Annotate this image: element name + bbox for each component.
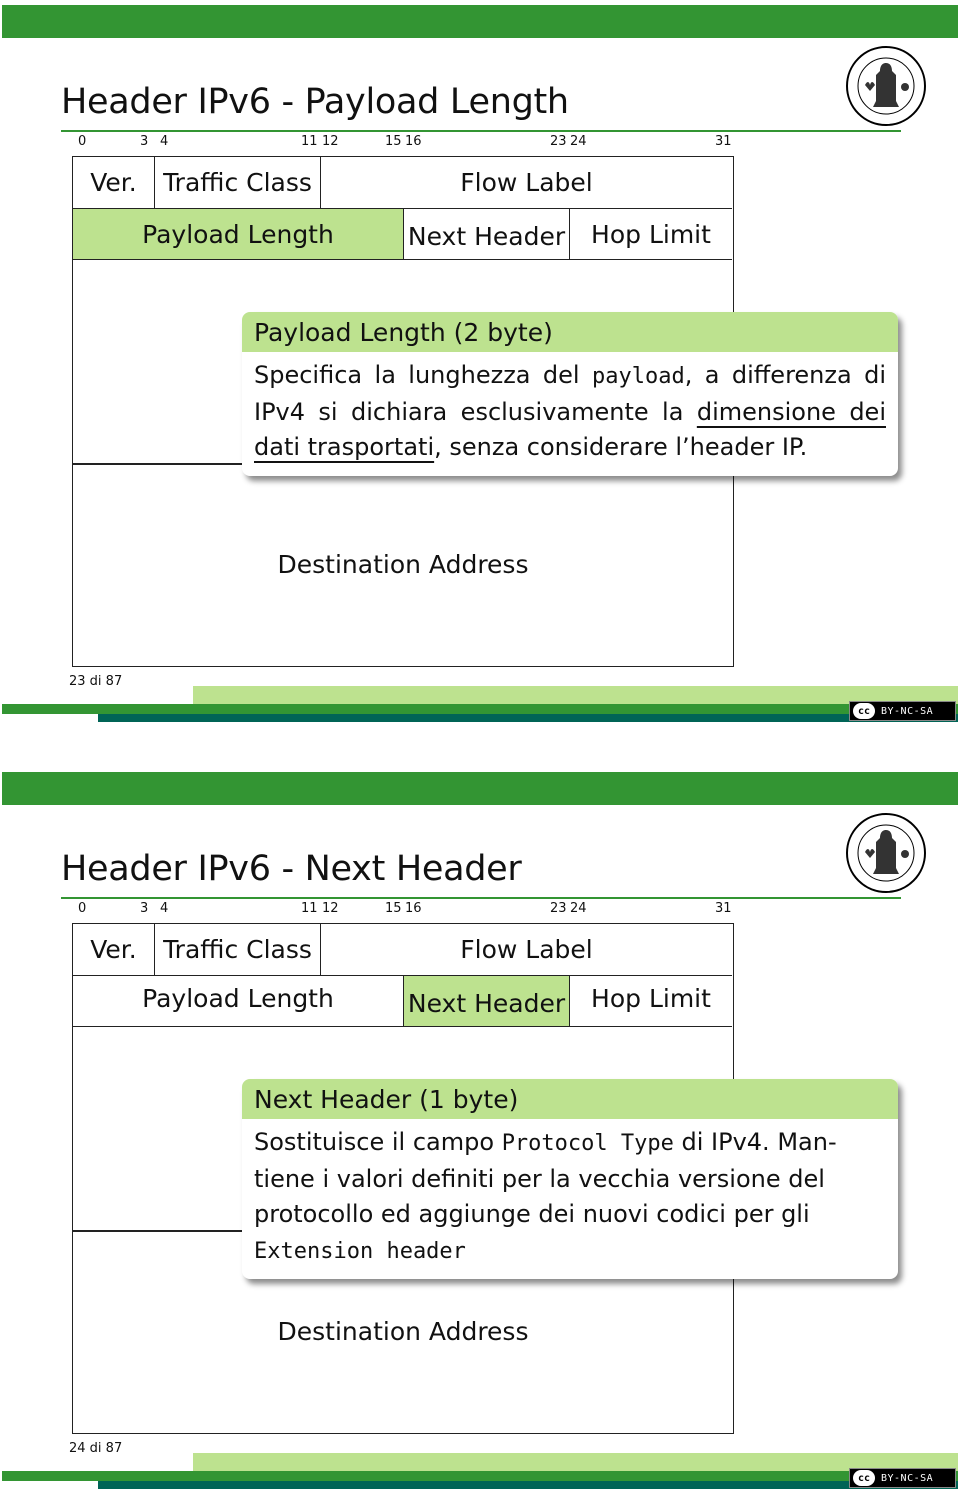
callout-heading: Next Header (1 byte) [242, 1079, 898, 1119]
field-version: Ver. [73, 924, 155, 976]
field-description-callout: Next Header (1 byte) Sostituisce il camp… [242, 1079, 898, 1279]
bit-number: 4 [160, 134, 169, 149]
bit-number: 24 [570, 134, 587, 149]
footer-bar-teal [98, 1481, 958, 1489]
bit-number: 31 [715, 134, 732, 149]
bit-number: 3 [140, 901, 149, 916]
callout-code-term: Protocol Type [501, 1131, 674, 1156]
callout-text: Specifica la lunghezza del [254, 361, 592, 389]
slide-title: Header IPv6 - Next Header [61, 849, 522, 889]
field-next-header: Next Header [404, 209, 570, 260]
cc-license-badge: cc BY-NC-SA [849, 701, 956, 721]
bit-number: 15 [385, 901, 402, 916]
callout-heading: Payload Length (2 byte) [242, 312, 898, 352]
title-divider [61, 897, 901, 899]
footer-bar-green [2, 704, 958, 714]
slide-next-header: Header IPv6 - Next Header 0 3 4 11 12 15… [0, 767, 960, 1493]
bit-number: 24 [570, 901, 587, 916]
slide-title: Header IPv6 - Payload Length [61, 82, 569, 122]
header-bar [2, 5, 958, 38]
university-seal-icon [846, 46, 926, 126]
bit-number: 31 [715, 901, 732, 916]
bit-number: 16 [405, 901, 422, 916]
title-divider [61, 130, 901, 132]
callout-code-term: Extension header [254, 1238, 466, 1264]
source-address-divider [73, 1230, 243, 1232]
field-payload-length: Payload Length [73, 209, 404, 260]
field-next-header: Next Header [404, 976, 570, 1027]
license-text: BY-NC-SA [881, 1472, 934, 1484]
field-description-callout: Payload Length (2 byte) Specifica la lun… [242, 312, 898, 476]
field-flow-label: Flow Label [321, 157, 732, 209]
bit-number: 4 [160, 901, 169, 916]
cc-icon: cc [853, 703, 875, 719]
field-traffic-class: Traffic Class [155, 157, 321, 209]
field-version: Ver. [73, 157, 155, 209]
callout-body: Specifica la lunghezza del payload, a di… [242, 352, 898, 476]
callout-text: Sostituisce il campo [254, 1128, 502, 1156]
bit-number: 3 [140, 134, 149, 149]
bit-number: 15 [385, 134, 402, 149]
bit-number: 0 [78, 901, 87, 916]
field-hop-limit: Hop Limit [570, 976, 732, 1027]
bit-number: 23 [550, 134, 567, 149]
field-traffic-class: Traffic Class [155, 924, 321, 976]
bit-number: 23 [550, 901, 567, 916]
callout-body: Sostituisce il campo Protocol Type di IP… [242, 1119, 898, 1279]
callout-code-term: payload [592, 364, 685, 389]
page-indicator: 24 di 87 [69, 1441, 123, 1456]
field-destination-address: Destination Address [277, 1317, 529, 1346]
bit-number: 12 [322, 901, 339, 916]
footer-bar-teal [98, 714, 958, 722]
bit-number: 16 [405, 134, 422, 149]
callout-text: , senza considerare l’header IP. [434, 433, 808, 461]
cc-license-badge: cc BY-NC-SA [849, 1468, 956, 1488]
footer-bar-green [2, 1471, 958, 1481]
footer-bar-light [193, 1453, 958, 1471]
source-address-divider [73, 463, 243, 465]
bit-number: 12 [322, 134, 339, 149]
field-payload-length: Payload Length [73, 976, 404, 1027]
field-flow-label: Flow Label [321, 924, 732, 976]
header-bar [2, 772, 958, 805]
slide-payload-length: Header IPv6 - Payload Length 0 3 4 11 12… [0, 0, 960, 726]
field-destination-address: Destination Address [277, 550, 529, 579]
university-seal-icon [846, 813, 926, 893]
bit-number: 11 [301, 134, 318, 149]
bit-number: 0 [78, 134, 87, 149]
cc-icon: cc [853, 1470, 875, 1486]
license-text: BY-NC-SA [881, 705, 934, 717]
field-hop-limit: Hop Limit [570, 209, 732, 260]
page-indicator: 23 di 87 [69, 674, 123, 689]
footer-bar-light [193, 686, 958, 704]
bit-number: 11 [301, 901, 318, 916]
